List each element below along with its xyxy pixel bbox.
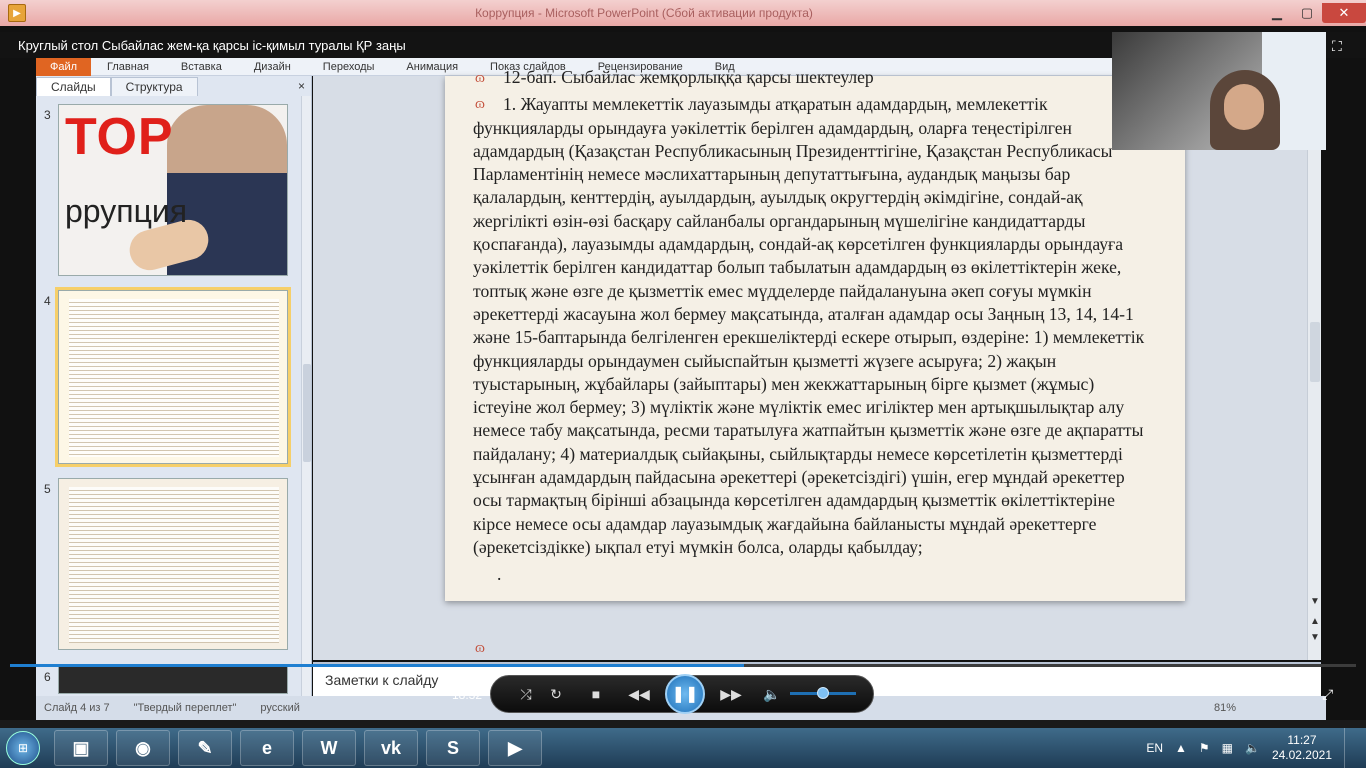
scrollbar-thumb[interactable] — [1310, 322, 1320, 382]
window-titlebar: ▶ Коррупция - Microsoft PowerPoint (Сбой… — [0, 0, 1366, 26]
theme-name: "Твердый переплет" — [133, 702, 237, 714]
flag-icon[interactable]: ⚑ — [1199, 741, 1210, 755]
tab-transitions[interactable]: Переходы — [307, 61, 391, 73]
clock-time: 11:27 — [1287, 733, 1317, 747]
taskbar-skype-icon[interactable]: S — [426, 730, 480, 766]
thumbnail-text-lines — [69, 487, 279, 643]
webcam-overlay — [1112, 32, 1326, 150]
minimize-button[interactable]: ▁ — [1262, 3, 1292, 23]
taskbar: ⊞ ▣ ◉ ✎ e Wvk S ▶ EN ▲ ⚑ ▦ 🔈 11:27 24.02.2021 — [0, 728, 1366, 768]
slides-panel-tabs: Слайды Структура × — [36, 76, 311, 96]
slide-thumbnail-6[interactable] — [58, 666, 288, 694]
taskbar-apps: ▣ ◉ ✎ e Wvk S ▶ — [46, 730, 542, 766]
start-button[interactable]: ⊞ — [0, 728, 46, 768]
taskbar-word-icon[interactable]: W — [302, 730, 356, 766]
switch-to-fullscreen-icon[interactable]: ⤢ — [1322, 686, 1333, 703]
zoom-level[interactable]: 81% — [1214, 702, 1236, 714]
prev-slide-icon[interactable]: ▲ — [1308, 616, 1322, 627]
taskbar-paint-icon[interactable]: ✎ — [178, 730, 232, 766]
thumbnail-number: 3 — [44, 108, 51, 122]
slide-body: 1. Жауапты мемлекеттік лауазымды атқарат… — [473, 94, 1145, 557]
thumbnail-number: 6 — [44, 670, 51, 684]
taskbar-vk-icon[interactable]: vk — [364, 730, 418, 766]
slide-text[interactable]: 12-бап. Сыбайлас жемқорлыққа қарсы шекте… — [473, 66, 1153, 587]
stop-icon[interactable]: ■ — [581, 686, 611, 702]
taskbar-explorer-icon[interactable]: ▣ — [54, 730, 108, 766]
volume-icon[interactable]: 🔈 — [757, 686, 787, 703]
tab-home[interactable]: Главная — [91, 61, 165, 73]
notes-label: Заметки к слайду — [325, 672, 439, 688]
network-icon[interactable]: ▦ — [1222, 741, 1233, 755]
seek-bar-fill — [10, 664, 744, 667]
system-tray: EN ▲ ⚑ ▦ 🔈 11:27 24.02.2021 — [1146, 728, 1366, 768]
slides-panel-scrollbar[interactable] — [301, 96, 311, 696]
tab-design[interactable]: Дизайн — [238, 61, 307, 73]
slide-counter: Слайд 4 из 7 — [44, 702, 110, 714]
close-icon[interactable]: × — [298, 79, 305, 93]
volume-slider[interactable] — [790, 687, 856, 699]
fullscreen-icon[interactable]: ⛶ — [1332, 38, 1350, 54]
windows-logo-icon: ⊞ — [6, 731, 40, 765]
thumbnail-number: 5 — [44, 482, 51, 496]
shuffle-icon[interactable]: ⤮ — [511, 686, 541, 703]
maximize-button[interactable]: ▢ — [1292, 3, 1322, 23]
video-title: Круглый стол Сыбайлас жем-қа қарсы іс-қи… — [18, 37, 406, 53]
seek-bar[interactable] — [10, 664, 1356, 667]
slide-heading: 12-бап. Сыбайлас жемқорлыққа қарсы шекте… — [503, 67, 874, 87]
thumbnail-number: 4 — [44, 294, 51, 308]
slide-thumbnail-5[interactable] — [58, 478, 288, 650]
window-title: Коррупция - Microsoft PowerPoint (Сбой а… — [475, 6, 813, 20]
screen: ▶ Коррупция - Microsoft PowerPoint (Сбой… — [0, 0, 1366, 768]
taskbar-chrome-icon[interactable]: ◉ — [116, 730, 170, 766]
elapsed-time: 18:32 — [452, 688, 483, 702]
tab-animation[interactable]: Анимация — [390, 61, 474, 73]
presenter-face — [1224, 84, 1264, 130]
scroll-down-icon[interactable]: ▼ — [1308, 596, 1322, 607]
close-button[interactable]: ✕ — [1322, 3, 1366, 23]
editor-scrollbar[interactable]: ▼ ▲ ▼ — [1307, 76, 1321, 660]
next-icon[interactable]: ▶▶ — [711, 686, 751, 703]
speaker-icon[interactable]: 🔈 — [1245, 741, 1260, 755]
thumbnail-text-lines — [69, 299, 279, 457]
taskbar-player-icon[interactable]: ▶ — [488, 730, 542, 766]
thumbnail-title: ТОР — [65, 108, 174, 166]
show-desktop-button[interactable] — [1344, 728, 1356, 768]
pause-button[interactable]: ❚❚ — [665, 674, 705, 714]
tab-outline[interactable]: Структура — [110, 77, 198, 96]
repeat-icon[interactable]: ↻ — [541, 686, 571, 703]
slide-tail: . — [497, 564, 502, 585]
scrollbar-thumb[interactable] — [303, 364, 311, 462]
slide-editor: ɷ ɷ ɷ 12-бап. Сыбайлас жемқорлыққа қарсы… — [313, 67, 1321, 660]
clock-date: 24.02.2021 — [1271, 748, 1332, 762]
taskbar-edge-icon[interactable]: e — [240, 730, 294, 766]
tab-insert[interactable]: Вставка — [165, 61, 238, 73]
language: русский — [260, 702, 300, 714]
language-indicator[interactable]: EN — [1146, 741, 1163, 755]
previous-icon[interactable]: ◀◀ — [619, 686, 659, 703]
tab-file[interactable]: Файл — [36, 57, 92, 76]
slide-thumbnail-4[interactable] — [55, 287, 291, 467]
tray-arrow-icon[interactable]: ▲ — [1175, 741, 1187, 755]
tab-slides[interactable]: Слайды — [36, 77, 111, 96]
slides-panel: Слайды Структура × 3 ТОР ррупция 4 5 6 — [36, 76, 312, 696]
player-app-icon: ▶ — [8, 4, 26, 22]
bullet-icon: ɷ — [475, 640, 485, 656]
thumbnail-subtitle: ррупция — [65, 193, 188, 229]
slide-thumbnail-3[interactable]: ТОР ррупция — [58, 104, 288, 276]
volume-knob[interactable] — [817, 687, 829, 699]
next-slide-icon[interactable]: ▼ — [1308, 632, 1322, 643]
clock[interactable]: 11:27 24.02.2021 — [1272, 733, 1332, 763]
